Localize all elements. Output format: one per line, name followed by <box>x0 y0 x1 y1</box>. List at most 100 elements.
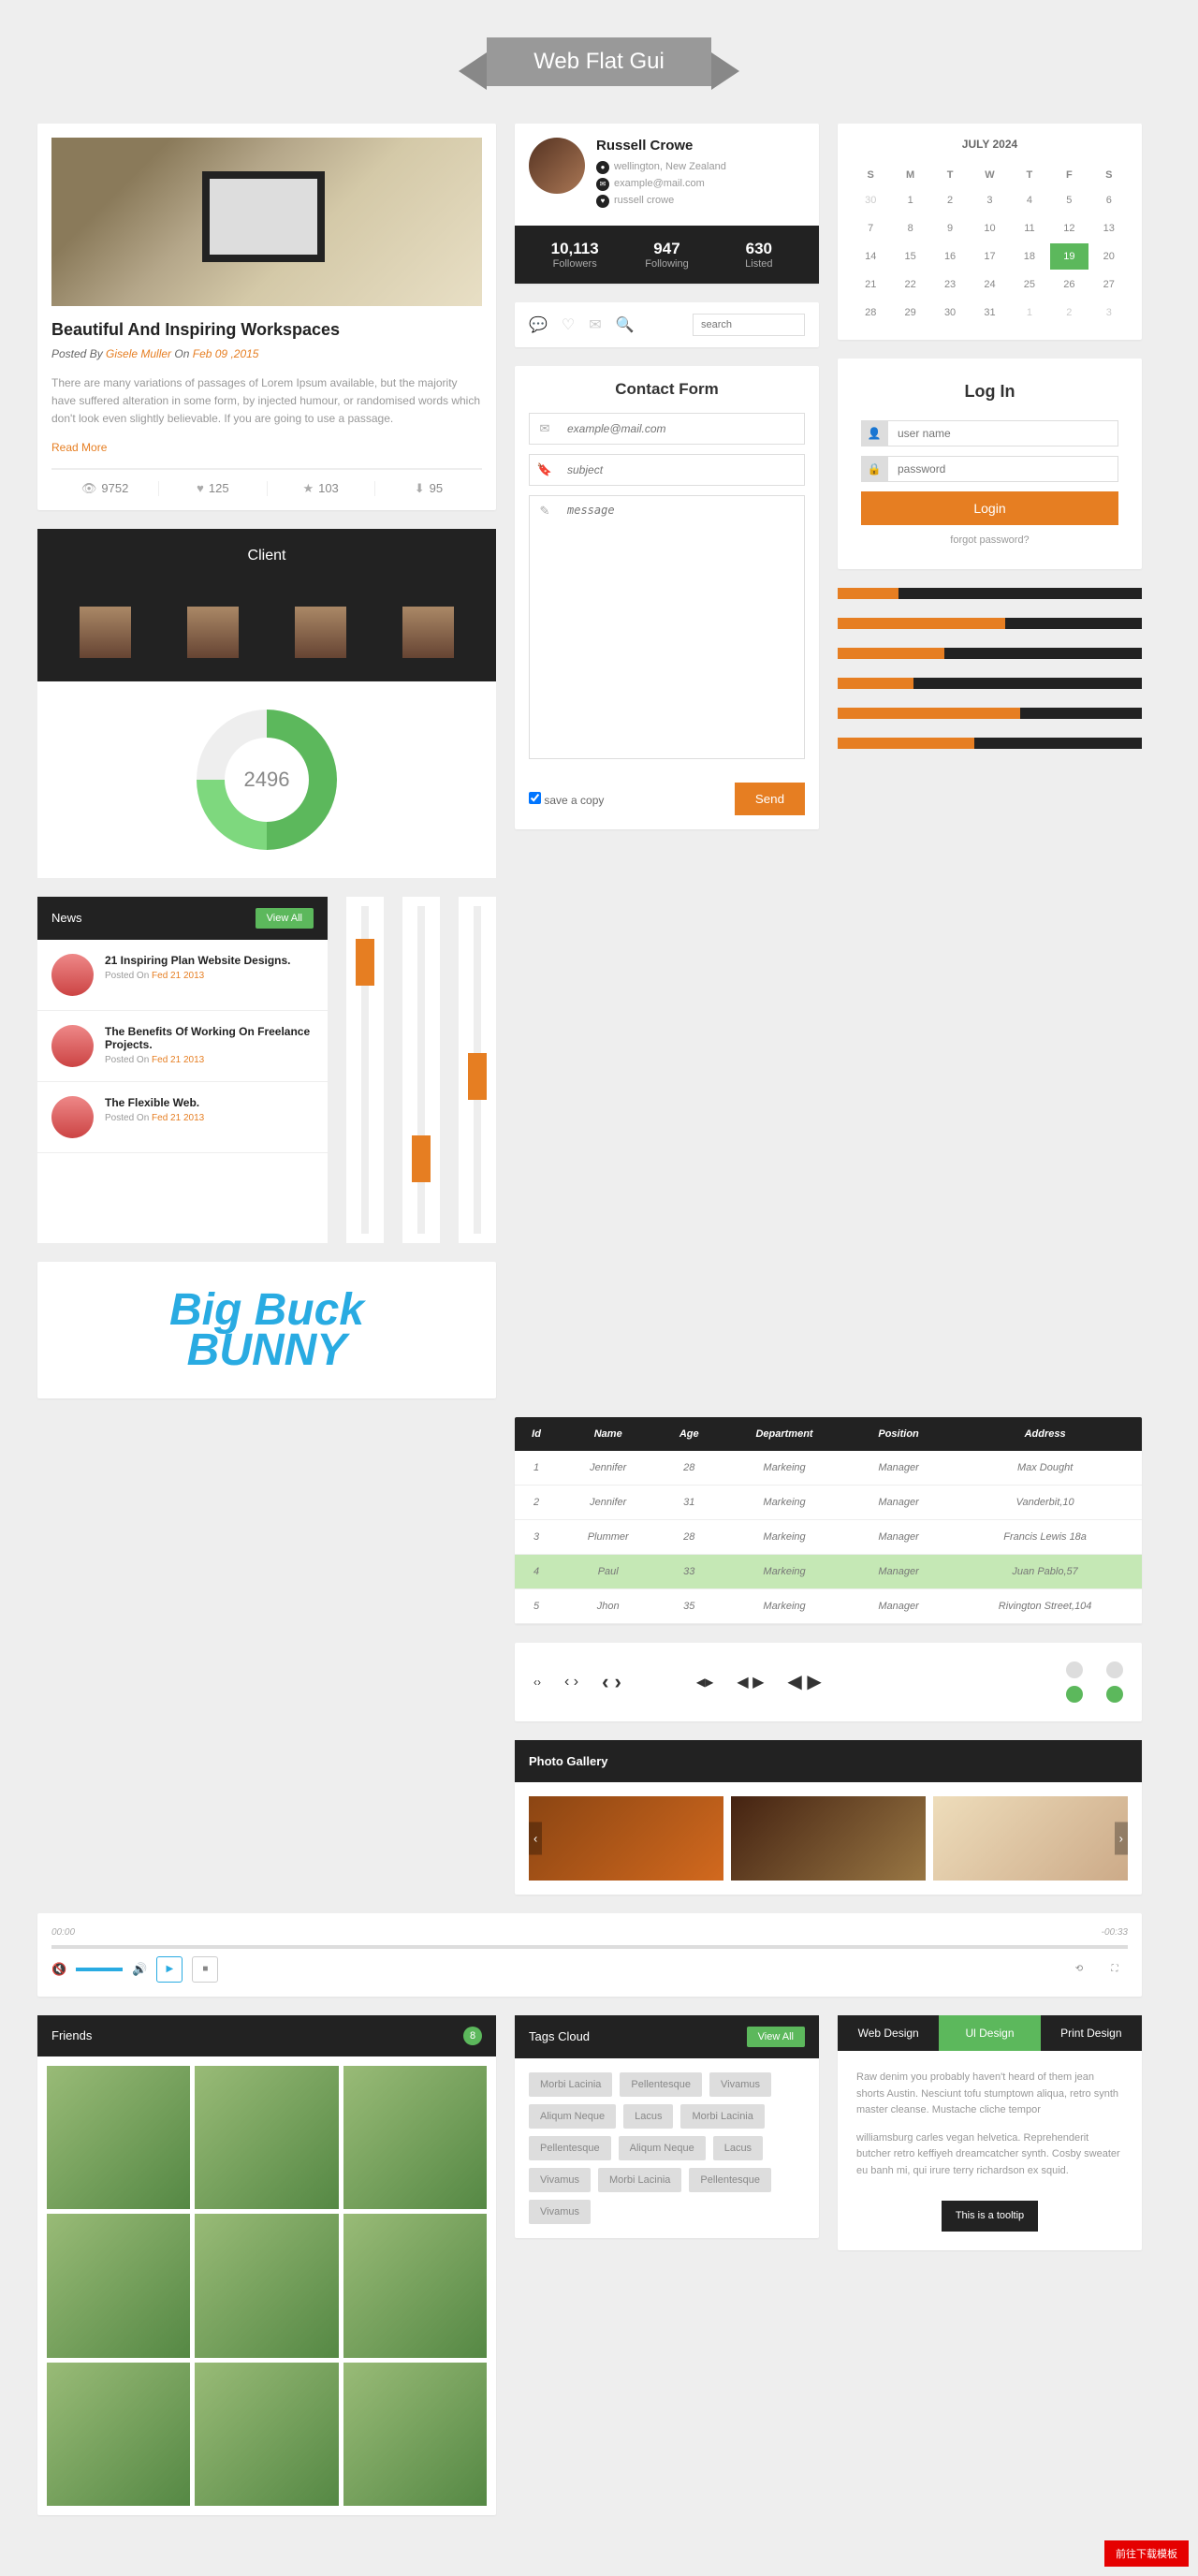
friend-avatar[interactable] <box>195 2066 338 2209</box>
forgot-password-link[interactable]: forgot password? <box>861 534 1118 546</box>
triangle-pair-icon[interactable]: ◀ ▶ <box>787 1670 821 1693</box>
calendar-day[interactable]: 12 <box>1050 215 1088 242</box>
password-input[interactable] <box>887 456 1118 482</box>
calendar-day[interactable]: 26 <box>1050 271 1088 298</box>
contact-message-input[interactable] <box>560 496 804 758</box>
comment-icon[interactable]: 💬 <box>529 315 548 334</box>
mail-icon[interactable]: ✉ <box>589 315 601 334</box>
calendar-day[interactable]: 11 <box>1011 215 1048 242</box>
friend-avatar[interactable] <box>47 2214 190 2357</box>
stop-button[interactable]: ■ <box>192 1956 218 1983</box>
news-item[interactable]: 21 Inspiring Plan Website Designs.Posted… <box>37 940 328 1011</box>
heart-icon[interactable]: ♡ <box>562 315 575 334</box>
calendar-day[interactable]: 24 <box>971 271 1008 298</box>
tag[interactable]: Aliqum Neque <box>619 2136 706 2160</box>
calendar-day[interactable]: 3 <box>971 187 1008 213</box>
triangle-pair-icon[interactable]: ◀ ▶ <box>737 1673 764 1691</box>
client-avatar[interactable] <box>295 607 346 658</box>
tag[interactable]: Morbi Lacinia <box>680 2104 764 2129</box>
calendar-day[interactable]: 10 <box>971 215 1008 242</box>
calendar-day[interactable]: 22 <box>891 271 928 298</box>
calendar-day[interactable]: 17 <box>971 243 1008 270</box>
calendar-day[interactable]: 5 <box>1050 187 1088 213</box>
tab[interactable]: Ul Design <box>939 2015 1040 2051</box>
friend-avatar[interactable] <box>47 2066 190 2209</box>
table-row[interactable]: 4Paul33MarkeingManagerJuan Pablo,57 <box>515 1554 1142 1588</box>
calendar-day[interactable]: 29 <box>891 300 928 326</box>
friend-avatar[interactable] <box>343 2066 487 2209</box>
view-all-button[interactable]: View All <box>256 908 314 929</box>
gallery-image[interactable] <box>529 1796 723 1881</box>
calendar-day[interactable]: 8 <box>891 215 928 242</box>
arrow-pair-icon[interactable]: ‹› <box>533 1676 541 1689</box>
gallery-image[interactable] <box>933 1796 1128 1881</box>
article-author[interactable]: Gisele Muller <box>106 347 171 360</box>
news-item[interactable]: The Benefits Of Working On Freelance Pro… <box>37 1011 328 1082</box>
friend-avatar[interactable] <box>343 2214 487 2357</box>
contact-email-input[interactable] <box>560 414 804 444</box>
tag[interactable]: Lacus <box>713 2136 763 2160</box>
username-input[interactable] <box>887 420 1118 446</box>
search-input[interactable] <box>693 314 805 336</box>
calendar-day[interactable]: 2 <box>1050 300 1088 326</box>
tag[interactable]: Pellentesque <box>689 2168 771 2192</box>
triangle-pair-icon[interactable]: ◀▶ <box>696 1676 713 1689</box>
client-avatar[interactable] <box>80 607 131 658</box>
send-button[interactable]: Send <box>735 783 805 815</box>
gallery-next-button[interactable]: › <box>1115 1822 1128 1854</box>
login-button[interactable]: Login <box>861 491 1118 525</box>
play-button[interactable]: ▶ <box>156 1956 183 1983</box>
view-all-button[interactable]: View All <box>747 2027 805 2047</box>
calendar-day[interactable]: 23 <box>931 271 969 298</box>
tag[interactable]: Vivamus <box>529 2168 591 2192</box>
calendar-day[interactable]: 19 <box>1050 243 1088 270</box>
tag[interactable]: Pellentesque <box>620 2072 702 2097</box>
video-card[interactable]: Big BuckBUNNY <box>37 1262 496 1398</box>
tab[interactable]: Print Design <box>1041 2015 1142 2051</box>
volume-slider[interactable] <box>76 1968 123 1971</box>
tag[interactable]: Lacus <box>623 2104 673 2129</box>
client-avatar[interactable] <box>187 607 239 658</box>
arrow-pair-icon[interactable]: ‹ › <box>602 1670 621 1694</box>
calendar-day[interactable]: 7 <box>852 215 889 242</box>
calendar-day[interactable]: 4 <box>1011 187 1048 213</box>
calendar-day[interactable]: 18 <box>1011 243 1048 270</box>
contact-subject-input[interactable] <box>560 455 804 485</box>
search-icon[interactable]: 🔍 <box>616 315 635 334</box>
calendar-day[interactable]: 30 <box>931 300 969 326</box>
table-row[interactable]: 2Jennifer31MarkeingManagerVanderbit,10 <box>515 1485 1142 1519</box>
calendar-day[interactable]: 1 <box>1011 300 1048 326</box>
read-more-link[interactable]: Read More <box>51 441 107 454</box>
table-row[interactable]: 3Plummer28MarkeingManagerFrancis Lewis 1… <box>515 1519 1142 1554</box>
table-row[interactable]: 5Jhon35MarkeingManagerRivington Street,1… <box>515 1588 1142 1623</box>
table-row[interactable]: 1Jennifer28MarkeingManagerMax Dought <box>515 1451 1142 1486</box>
calendar-day[interactable]: 13 <box>1090 215 1128 242</box>
tag[interactable]: Pellentesque <box>529 2136 611 2160</box>
calendar-day[interactable]: 9 <box>931 215 969 242</box>
tag[interactable]: Morbi Lacinia <box>529 2072 612 2097</box>
radio-dot[interactable] <box>1106 1661 1123 1678</box>
calendar-day[interactable]: 25 <box>1011 271 1048 298</box>
calendar-day[interactable]: 31 <box>971 300 1008 326</box>
gallery-prev-button[interactable]: ‹ <box>529 1822 542 1854</box>
tag[interactable]: Morbi Lacinia <box>598 2168 681 2192</box>
news-item[interactable]: The Flexible Web.Posted On Fed 21 2013 <box>37 1082 328 1153</box>
radio-dot[interactable] <box>1066 1686 1083 1703</box>
repeat-button[interactable]: ⟲ <box>1066 1956 1092 1983</box>
calendar-day[interactable]: 3 <box>1090 300 1128 326</box>
fullscreen-button[interactable]: ⛶ <box>1102 1956 1128 1983</box>
tag[interactable]: Aliqum Neque <box>529 2104 616 2129</box>
tag[interactable]: Vivamus <box>529 2200 591 2224</box>
vertical-slider[interactable] <box>346 897 384 1243</box>
calendar-day[interactable]: 28 <box>852 300 889 326</box>
calendar-day[interactable]: 6 <box>1090 187 1128 213</box>
radio-dot[interactable] <box>1106 1686 1123 1703</box>
download-template-button[interactable]: 前往下载模板 <box>1104 2540 1189 2567</box>
calendar-day[interactable]: 1 <box>891 187 928 213</box>
calendar-day[interactable]: 2 <box>931 187 969 213</box>
gallery-image[interactable] <box>731 1796 926 1881</box>
tag[interactable]: Vivamus <box>709 2072 771 2097</box>
calendar-day[interactable]: 14 <box>852 243 889 270</box>
vertical-slider[interactable] <box>459 897 496 1243</box>
friend-avatar[interactable] <box>195 2214 338 2357</box>
